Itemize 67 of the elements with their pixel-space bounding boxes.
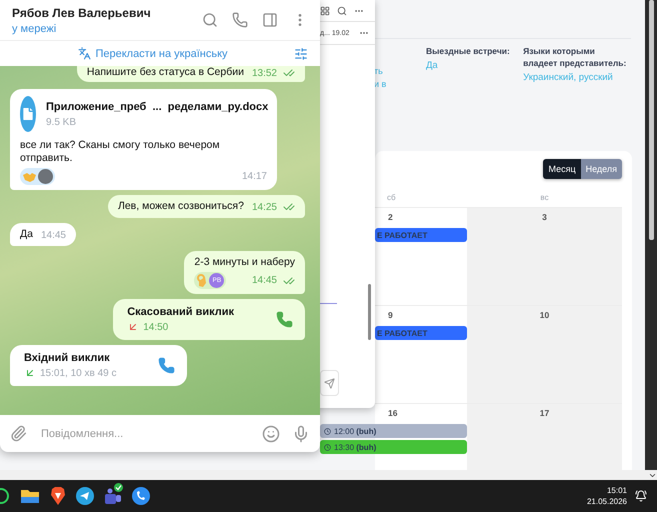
lion-shield-icon[interactable] — [50, 487, 66, 505]
call-title: Вхідний виклик — [24, 352, 111, 364]
call-time: 15:01, 10 хв 49 с — [40, 368, 116, 378]
view-toggle-tab[interactable]: Неделя — [580, 159, 622, 179]
calendar-day-cell[interactable]: 3 — [467, 208, 622, 305]
scrollbar-thumb[interactable] — [648, 0, 654, 240]
calendar-event[interactable]: 13:30 (buh) — [320, 440, 467, 454]
day-number: 3 — [541, 212, 548, 224]
info-label: Выездные встречи: — [426, 45, 511, 57]
grid-icon[interactable] — [320, 6, 330, 16]
settings-icon[interactable] — [294, 46, 308, 60]
calendar-event[interactable]: Е РАБОТАЕТ — [375, 326, 467, 340]
day-number: 9 — [387, 310, 394, 322]
avatar-photo — [38, 169, 53, 184]
document-icon[interactable] — [20, 96, 36, 132]
attach-icon[interactable] — [10, 425, 27, 442]
message-input[interactable]: Повідомлення... — [39, 426, 250, 440]
day-number: 16 — [387, 408, 398, 420]
weekday-label: вс — [539, 193, 550, 204]
translate-icon — [78, 47, 92, 60]
day-number: 17 — [538, 408, 550, 420]
send-icon — [324, 378, 335, 388]
calendar-event[interactable]: Е РАБОТАЕТ — [375, 228, 467, 242]
clock-date[interactable]: 21.05.2026 — [586, 497, 627, 506]
message-text: Да — [20, 228, 33, 241]
paper-plane-icon[interactable] — [76, 487, 94, 505]
clock-icon — [324, 428, 331, 434]
underline — [320, 303, 337, 304]
day-number: 2 — [387, 212, 394, 224]
sidebar-icon[interactable] — [262, 12, 278, 28]
message-time: 14:17 — [242, 171, 267, 182]
folder-icon[interactable] — [20, 488, 40, 504]
calendar-day-cell[interactable]: 17 — [467, 404, 622, 472]
day-number: 10 — [538, 310, 550, 322]
calendar-day-cell[interactable]: 10 — [467, 306, 622, 403]
calendar-event[interactable]: 12:00 (buh) — [320, 424, 467, 438]
info-label: Языки которыми владеет представитель: — [523, 45, 628, 69]
phone-app-icon[interactable] — [132, 487, 150, 505]
scrollbar-thumb[interactable] — [368, 284, 371, 340]
phone-icon[interactable] — [276, 311, 293, 328]
message-text: все ли так? Сканы смогу только вечером отправить. — [20, 139, 221, 165]
file-size: 9.5 KB — [46, 116, 78, 128]
reaction-pill[interactable] — [20, 168, 55, 185]
contact-status: у мережі — [12, 22, 58, 34]
message-time: 14:45 — [252, 275, 277, 286]
weekday-label: сб — [386, 193, 397, 204]
file-name[interactable]: Приложение_преб ... ределами_ру.docx — [46, 100, 268, 112]
phone-icon[interactable] — [232, 12, 248, 28]
call-title: Скасований виклик — [127, 306, 234, 318]
view-toggle-tab[interactable]: Месяц — [543, 159, 581, 179]
search-icon[interactable] — [337, 6, 347, 16]
emoji-icon[interactable] — [262, 424, 280, 442]
message-text: 2-3 минуты и наберу — [194, 256, 295, 269]
clock-icon — [324, 444, 331, 450]
clock-time[interactable]: 15:01 — [606, 486, 627, 495]
message-text: Лев, можем созвониться? — [118, 200, 244, 213]
message-time: 14:25 — [252, 202, 277, 212]
translate-link[interactable]: Перекласти на українську — [12, 47, 294, 60]
search-icon[interactable] — [202, 12, 218, 28]
message-time: 13:52 — [252, 68, 277, 78]
notification-icon[interactable] — [635, 490, 647, 502]
message-time: 14:45 — [40, 230, 66, 241]
call-time: 14:50 — [143, 322, 168, 332]
contact-name: Рябов Лев Валерьевич — [12, 6, 152, 20]
phone-icon[interactable] — [158, 357, 176, 374]
message-text: Напишите без статуса в Сербии — [86, 66, 244, 79]
microphone-icon[interactable] — [292, 424, 310, 442]
